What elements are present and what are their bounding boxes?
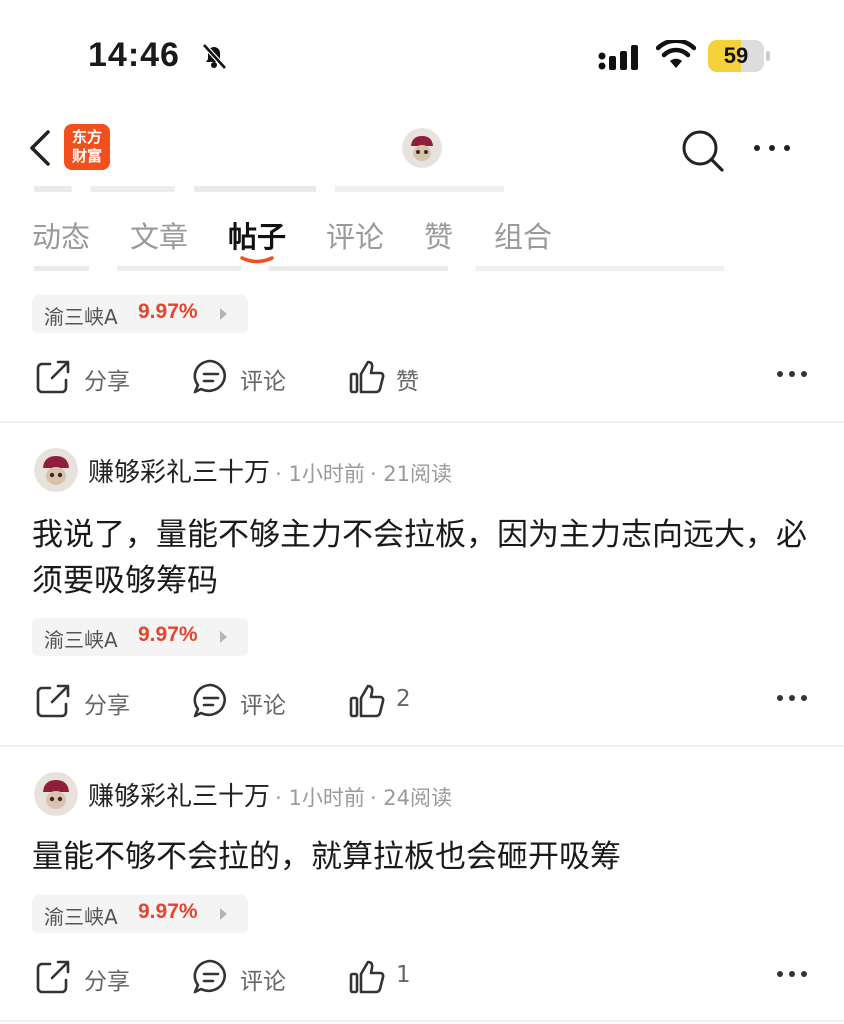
cellular-signal-icon	[598, 45, 638, 70]
meta-separator: ·	[369, 462, 384, 486]
share-icon	[36, 360, 70, 394]
share-icon	[36, 960, 70, 994]
share-label: 分享	[84, 693, 130, 719]
thumbs-up-icon	[349, 360, 385, 394]
comment-icon	[193, 683, 226, 718]
post-actions: 分享 评论 赞	[0, 352, 844, 402]
meta-separator: ·	[369, 786, 384, 810]
stock-chip[interactable]: 渝三峡A 9.97%	[32, 618, 248, 656]
meta-separator: ·	[275, 462, 289, 486]
chip-arrow-icon	[220, 631, 227, 643]
stock-change: 9.97%	[138, 900, 198, 923]
tab-articles[interactable]: 文章	[130, 214, 188, 256]
more-options-icon[interactable]	[752, 138, 792, 158]
battery-indicator: 59	[708, 40, 770, 72]
stock-name: 渝三峡A	[44, 628, 118, 652]
post-actions: 分享 评论 2	[0, 676, 844, 726]
search-icon[interactable]	[680, 128, 724, 172]
post-meta: 赚够彩礼三十万 · 1小时前 · 21阅读	[88, 452, 452, 492]
post-more-icon[interactable]	[776, 968, 808, 980]
stock-name: 渝三峡A	[44, 305, 118, 329]
comment-label: 评论	[240, 969, 286, 995]
back-chevron-icon[interactable]	[26, 128, 54, 168]
battery-tip	[766, 51, 770, 61]
post-time: 1小时前	[288, 786, 365, 810]
post-time: 1小时前	[288, 462, 365, 486]
post-more-icon[interactable]	[776, 692, 808, 704]
tab-posts[interactable]: 帖子	[228, 214, 286, 256]
post-content[interactable]: 量能不够不会拉的，就算拉板也会砸开吸筹	[32, 834, 812, 880]
tab-dynamics[interactable]: 动态	[32, 214, 90, 256]
post-actions: 分享 评论 1	[0, 952, 844, 1002]
scrolled-content-ghost	[34, 266, 724, 271]
meta-separator: ·	[275, 786, 289, 810]
chip-arrow-icon	[220, 308, 227, 320]
comment-icon	[193, 959, 226, 994]
app-logo: 东方 财富	[64, 124, 110, 170]
status-time: 14:46	[88, 36, 180, 74]
thumbs-up-icon	[349, 684, 385, 718]
stock-change: 9.97%	[138, 623, 198, 646]
post-content[interactable]: 我说了，量能不够主力不会拉板，因为主力志向远大，必须要吸够筹码	[32, 512, 812, 604]
like-label: 赞	[396, 369, 419, 395]
chip-arrow-icon	[220, 908, 227, 920]
logo-line-2: 财富	[71, 147, 102, 165]
post-divider	[0, 745, 844, 747]
share-label: 分享	[84, 369, 130, 395]
stock-chip[interactable]: 渝三峡A 9.97%	[32, 895, 248, 933]
profile-avatar[interactable]	[402, 128, 442, 168]
comment-label: 评论	[240, 369, 286, 395]
read-count: 21阅读	[383, 462, 453, 486]
post-divider	[0, 421, 844, 423]
stock-change: 9.97%	[138, 300, 198, 323]
comment-icon	[193, 359, 226, 394]
stock-chip[interactable]: 渝三峡A 9.97%	[32, 295, 248, 333]
post-divider	[0, 1020, 844, 1022]
battery-level: 59	[723, 43, 749, 68]
battery-body: 59	[708, 40, 764, 72]
thumbs-up-icon	[349, 960, 385, 994]
stock-name: 渝三峡A	[44, 905, 118, 929]
tab-likes[interactable]: 赞	[424, 214, 453, 256]
status-bar: 14:46 59	[0, 0, 844, 110]
post-meta: 赚够彩礼三十万 · 1小时前 · 24阅读	[88, 776, 452, 816]
like-count: 2	[396, 686, 411, 712]
author-name[interactable]: 赚够彩礼三十万	[88, 458, 270, 488]
post-more-icon[interactable]	[776, 368, 808, 380]
wifi-icon	[656, 40, 696, 68]
author-avatar[interactable]	[34, 448, 78, 492]
comment-label: 评论	[240, 693, 286, 719]
share-icon	[36, 684, 70, 718]
author-name[interactable]: 赚够彩礼三十万	[88, 782, 270, 812]
logo-line-1: 东方	[71, 128, 102, 146]
share-label: 分享	[84, 969, 130, 995]
read-count: 24阅读	[383, 786, 453, 810]
tab-portfolio[interactable]: 组合	[494, 214, 552, 256]
tab-comments[interactable]: 评论	[326, 214, 384, 256]
active-tab-indicator	[240, 256, 274, 264]
like-count: 1	[396, 962, 411, 988]
author-avatar[interactable]	[34, 772, 78, 816]
bell-muted-icon	[202, 43, 227, 70]
profile-tabs: 动态 文章 帖子 评论 赞 组合	[0, 206, 844, 266]
scrolled-content-ghost	[34, 186, 504, 192]
